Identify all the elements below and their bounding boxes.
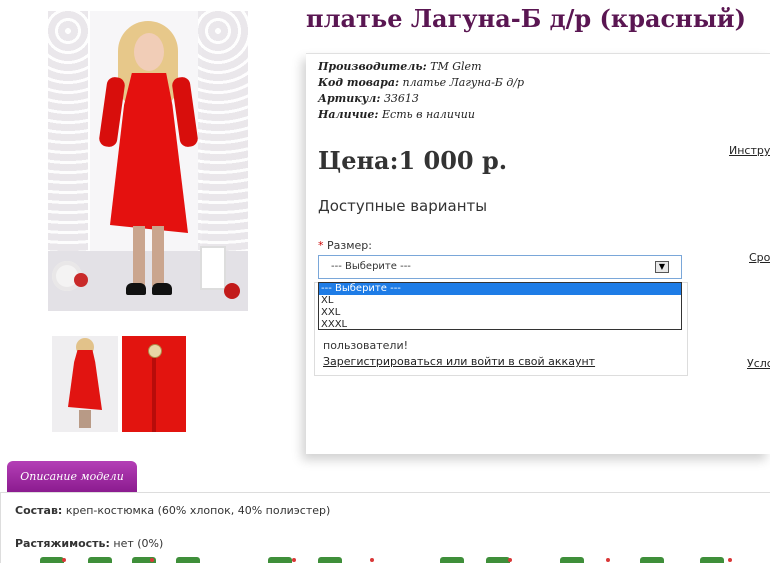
wall-pattern	[198, 11, 248, 251]
size-label: * Размер:	[318, 239, 372, 252]
model-legs	[79, 410, 91, 428]
garland-ornament	[370, 558, 374, 562]
product-thumbnail-1[interactable]	[52, 336, 118, 432]
article-line: Артикул: 33613	[318, 92, 419, 105]
register-link[interactable]: Зарегистрироваться или войти в свой акка…	[323, 355, 595, 368]
product-price: Цена:1 000 р.	[318, 146, 508, 175]
desc-value: креп-костюмка (60% хлопок, 40% полиэстер…	[65, 504, 331, 517]
stretch-line: Растяжимость: нет (0%)	[15, 537, 163, 550]
holiday-garland	[0, 557, 770, 563]
shoe	[126, 283, 146, 295]
flower-decoration	[74, 273, 88, 287]
garland-branch	[440, 557, 464, 563]
size-option[interactable]: XXL	[319, 307, 681, 319]
model-face	[134, 33, 164, 71]
shoe	[152, 283, 172, 295]
chevron-down-icon[interactable]: ▼	[655, 261, 669, 273]
product-thumbnail-2[interactable]	[122, 336, 186, 432]
red-dress	[68, 350, 102, 410]
dress-fold	[152, 346, 156, 432]
info-label: Производитель:	[318, 60, 427, 73]
manufacturer-link[interactable]: TM Glem	[430, 60, 481, 73]
product-info-panel: Производитель: TM Glem Код товара: плать…	[306, 53, 770, 454]
size-select-value: --- Выберите ---	[331, 261, 411, 272]
garland-ornament	[508, 558, 512, 562]
lantern-decoration	[200, 246, 226, 290]
info-value: платье Лагуна-Б д/р	[402, 76, 525, 89]
availability-line: Наличие: Есть в наличии	[318, 108, 475, 121]
size-select[interactable]: --- Выберите --- ▼	[318, 255, 682, 279]
info-label: Артикул:	[318, 92, 381, 105]
garland-ornament	[728, 558, 732, 562]
garland-ornament	[150, 558, 154, 562]
composition-line: Состав: креп-костюмка (60% хлопок, 40% п…	[15, 504, 330, 517]
product-main-image[interactable]	[48, 11, 248, 311]
wall-pattern	[48, 11, 88, 251]
info-label: Наличие:	[318, 108, 379, 121]
tab-divider	[0, 492, 770, 493]
garland-branch	[40, 557, 64, 563]
variants-heading: Доступные варианты	[318, 197, 488, 215]
garland-branch	[88, 557, 112, 563]
size-dropdown-list[interactable]: --- Выберите --- XL XXL XXXL	[318, 282, 682, 330]
garland-branch	[700, 557, 724, 563]
size-option[interactable]: XL	[319, 295, 681, 307]
garland-branch	[318, 557, 342, 563]
dress-button	[148, 344, 162, 358]
garland-ornament	[62, 558, 66, 562]
model-leg	[152, 226, 164, 286]
register-text: пользователи!	[323, 339, 409, 352]
product-title: платье Лагуна-Б д/р (красный)	[306, 4, 746, 33]
garland-ornament	[606, 558, 610, 562]
desc-label: Растяжимость:	[15, 537, 110, 550]
tab-description[interactable]: Описание модели	[7, 461, 137, 493]
info-value: 33613	[383, 92, 419, 105]
model-leg	[133, 226, 145, 286]
conditions-link[interactable]: Услс	[747, 357, 770, 370]
desc-label: Состав:	[15, 504, 63, 517]
garland-ornament	[292, 558, 296, 562]
manufacturer-line: Производитель: TM Glem	[318, 60, 482, 73]
size-option[interactable]: XXXL	[319, 319, 681, 331]
size-label-text: Размер:	[327, 239, 372, 252]
required-mark: *	[318, 239, 324, 252]
garland-branch	[486, 557, 510, 563]
info-value: Есть в наличии	[382, 108, 475, 121]
garland-branch	[268, 557, 292, 563]
instruction-link[interactable]: Инстру	[729, 144, 770, 157]
rose-decoration	[224, 283, 240, 299]
desc-value: нет (0%)	[113, 537, 164, 550]
garland-branch	[176, 557, 200, 563]
tab-panel-border	[0, 492, 1, 563]
info-label: Код товара:	[318, 76, 400, 89]
garland-branch	[560, 557, 584, 563]
delivery-link[interactable]: Срок	[749, 251, 770, 264]
product-code-line: Код товара: платье Лагуна-Б д/р	[318, 76, 524, 89]
size-option[interactable]: --- Выберите ---	[319, 283, 681, 295]
garland-branch	[640, 557, 664, 563]
